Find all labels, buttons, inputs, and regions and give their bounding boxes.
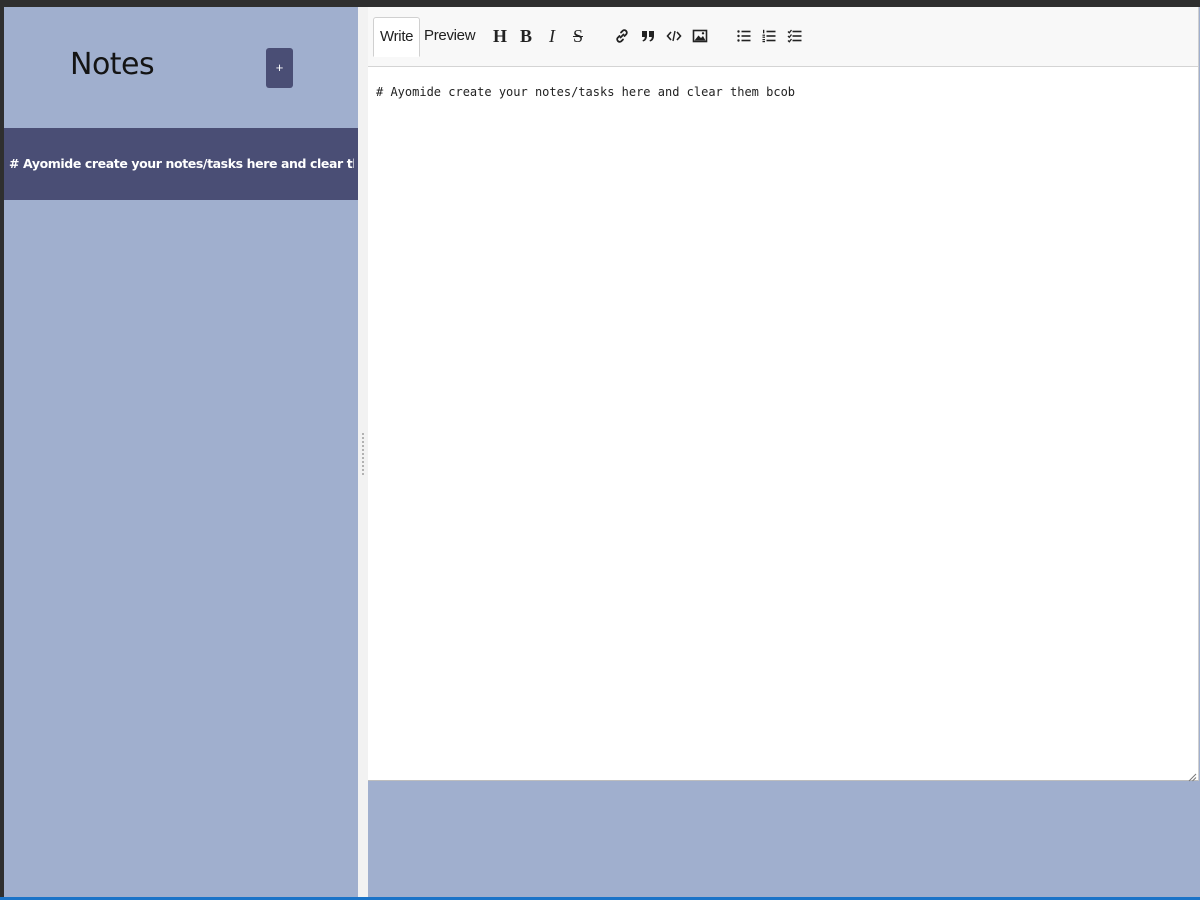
notes-sidebar: Notes + # Ayomide create your notes/task… [4,7,358,900]
pane-splitter[interactable] [358,7,368,900]
checked-list-icon[interactable] [785,25,805,47]
tab-write[interactable]: Write [373,17,421,57]
note-list-item[interactable]: # Ayomide create your notes/tasks here a… [4,128,358,200]
bold-icon[interactable]: B [516,25,536,47]
markdown-editor: Write Preview H B I S # Ayomide create y… [368,7,1199,782]
strikethrough-icon[interactable]: S [568,25,588,47]
editor-pane: Write Preview H B I S # Ayomide create y… [368,7,1200,900]
resize-handle-icon[interactable] [1187,769,1197,782]
tab-preview[interactable]: Preview [418,17,481,55]
app-window: Notes + # Ayomide create your notes/task… [4,7,1200,900]
splitter-grip-icon[interactable] [361,432,365,476]
sidebar-title: Notes [70,47,155,82]
header-icon[interactable]: H [490,25,510,47]
note-item-title: # Ayomide create your notes/tasks here a… [9,156,354,171]
link-icon[interactable] [612,25,632,47]
ordered-list-icon[interactable] [759,25,779,47]
editor-toolbar: Write Preview H B I S [368,7,1198,67]
image-icon[interactable] [690,25,710,47]
new-note-button[interactable]: + [266,48,293,88]
italic-icon[interactable]: I [542,25,562,47]
code-icon[interactable] [664,25,684,47]
quote-icon[interactable] [638,25,658,47]
sidebar-header: Notes + [4,7,358,128]
markdown-textarea[interactable]: # Ayomide create your notes/tasks here a… [368,67,1198,779]
window-top-border [0,0,1200,7]
unordered-list-icon[interactable] [734,25,754,47]
